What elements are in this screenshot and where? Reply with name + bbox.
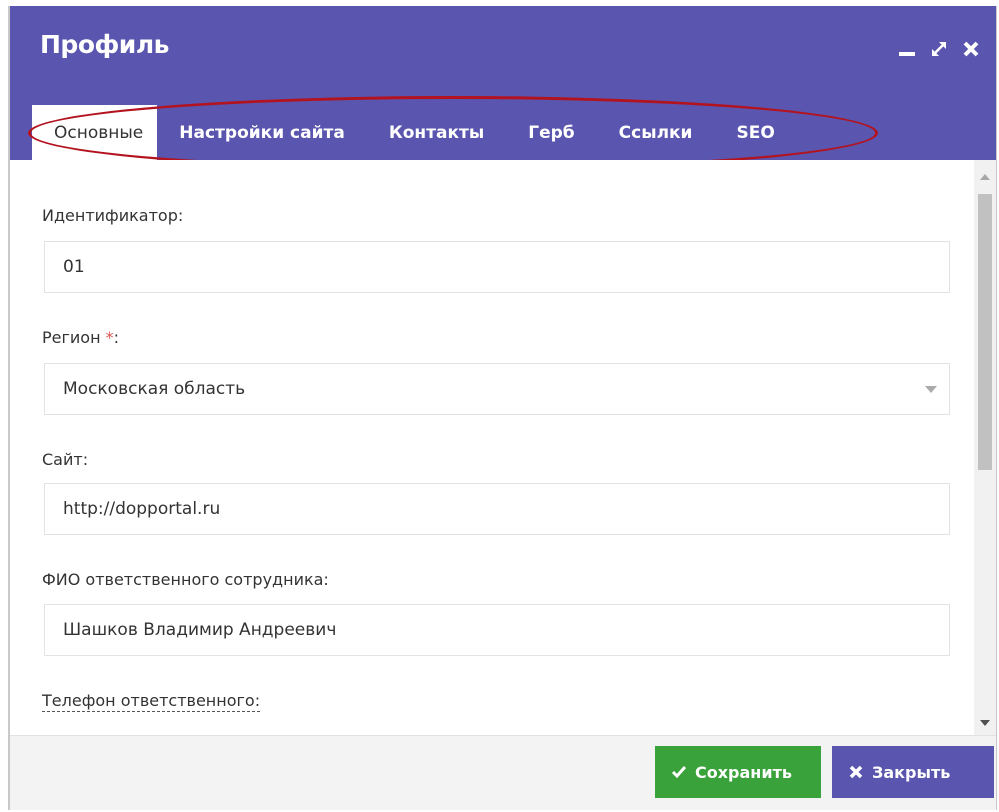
responsible-label: ФИО ответственного сотрудника: [42, 570, 329, 589]
vertical-scrollbar[interactable] [974, 160, 996, 736]
region-label: Регион *: [42, 328, 119, 347]
tab-main[interactable]: Основные [32, 105, 158, 160]
scroll-thumb[interactable] [978, 194, 992, 470]
tab-site-settings[interactable]: Настройки сайта [157, 105, 367, 160]
tab-seo[interactable]: SEO [714, 105, 796, 160]
region-select[interactable]: Московская область [44, 363, 950, 415]
profile-dialog: Профиль Основные Настройки сайта Контакт… [8, 6, 997, 810]
identifier-field[interactable]: 01 [44, 241, 950, 293]
minimize-icon[interactable] [896, 38, 918, 60]
phone-label[interactable]: Телефон ответственного: [42, 691, 261, 712]
tab-contacts[interactable]: Контакты [367, 105, 506, 160]
chevron-down-icon [925, 386, 937, 393]
scroll-down-icon[interactable] [980, 720, 990, 726]
close-button[interactable]: Закрыть [832, 746, 994, 798]
identifier-label: Идентификатор: [42, 206, 184, 225]
region-label-suffix: : [113, 328, 120, 347]
tab-bar: Основные Настройки сайта Контакты Герб С… [32, 105, 797, 160]
region-select-value: Московская область [63, 379, 246, 399]
close-icon[interactable] [960, 38, 982, 60]
save-button-label: Сохранить [695, 762, 792, 782]
required-mark: * [105, 328, 114, 347]
close-x-icon [849, 765, 863, 779]
dialog-footer: Сохранить Закрыть [10, 735, 996, 810]
maximize-icon[interactable] [928, 38, 950, 60]
tab-links[interactable]: Ссылки [597, 105, 715, 160]
site-label: Сайт: [42, 450, 89, 469]
site-field[interactable]: http://dopportal.ru [44, 483, 950, 535]
check-icon [671, 766, 687, 779]
dialog-header: Профиль Основные Настройки сайта Контакт… [10, 6, 996, 170]
tab-emblem[interactable]: Герб [506, 105, 596, 160]
responsible-field[interactable]: Шашков Владимир Андреевич [44, 604, 950, 656]
scroll-up-icon[interactable] [980, 174, 990, 180]
window-controls [896, 34, 982, 64]
region-label-text: Регион [42, 328, 101, 347]
dialog-title: Профиль [40, 30, 169, 59]
form-content: Идентификатор: 01 Регион *: Московская о… [10, 160, 974, 794]
close-button-label: Закрыть [872, 762, 951, 782]
save-button[interactable]: Сохранить [655, 746, 821, 798]
